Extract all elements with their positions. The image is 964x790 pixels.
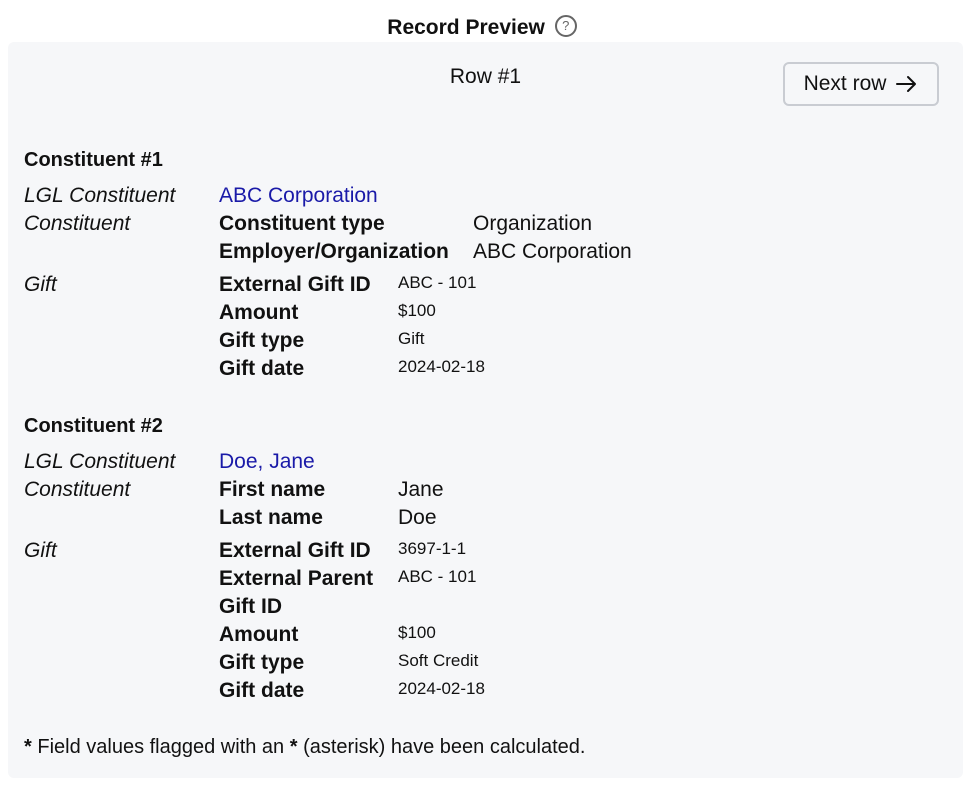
gift-field-value: $100 (398, 301, 436, 320)
gift-field-value: Soft Credit (398, 651, 479, 670)
lgl-constituent-link[interactable]: Doe, Jane (219, 448, 315, 476)
record-preview-panel: Row #1 Next row Constituent #1 LGL Const… (8, 42, 963, 778)
gift-field-label: Gift date (219, 679, 305, 702)
lgl-constituent-label: LGL Constituent (24, 450, 176, 473)
gift-field-value: 2024-02-18 (398, 679, 485, 698)
constituent-heading: Constituent #2 (24, 415, 163, 437)
field-value: ABC Corporation (473, 240, 632, 263)
gift-field-label: External Parent (219, 567, 374, 590)
asterisk-marker: * (289, 736, 298, 758)
gift-field-value: 2024-02-18 (398, 357, 485, 376)
footnote-text-a: Field values flagged with an (31, 736, 290, 758)
gift-field-label: Gift type (219, 651, 305, 674)
next-row-label: Next row (803, 72, 887, 95)
constituent-heading: Constituent #1 (24, 149, 163, 171)
field-label: Constituent type (219, 212, 385, 235)
gift-field-label-cont: Gift ID (219, 595, 282, 618)
gift-field-value: Gift (398, 329, 425, 348)
footnote-text-b: (asterisk) have been calculated. (297, 736, 586, 758)
help-icon[interactable]: ? (554, 15, 577, 38)
constituent-label: Constituent (24, 478, 131, 501)
gift-field-label: Gift date (219, 357, 305, 380)
asterisk-marker: * (24, 736, 32, 758)
gift-field-value: ABC - 101 (398, 273, 477, 292)
page-title: Record Preview (387, 16, 545, 39)
gift-field-label: Amount (219, 301, 299, 324)
gift-label: Gift (24, 539, 57, 562)
page-title-bar: Record Preview ? (0, 14, 964, 42)
calculated-footnote: * Field values flagged with an * (asteri… (24, 734, 585, 760)
gift-field-label: Amount (219, 623, 299, 646)
arrow-right-icon (896, 75, 918, 93)
field-value: Organization (473, 212, 593, 235)
constituent-label: Constituent (24, 212, 131, 235)
field-label: Employer/Organization (219, 240, 449, 263)
gift-field-label: Gift type (219, 329, 305, 352)
gift-field-value: $100 (398, 623, 436, 642)
lgl-constituent-label: LGL Constituent (24, 184, 176, 207)
field-label: First name (219, 478, 326, 501)
gift-field-label: External Gift ID (219, 539, 371, 562)
field-value: Doe (398, 506, 437, 529)
gift-field-value: ABC - 101 (398, 567, 477, 586)
lgl-constituent-link[interactable]: ABC Corporation (219, 182, 378, 210)
gift-field-label: External Gift ID (219, 273, 371, 296)
next-row-button[interactable]: Next row (783, 62, 939, 106)
gift-label: Gift (24, 273, 57, 296)
field-value: Jane (398, 478, 444, 501)
gift-field-value: 3697-1-1 (398, 539, 467, 558)
field-label: Last name (219, 506, 323, 529)
